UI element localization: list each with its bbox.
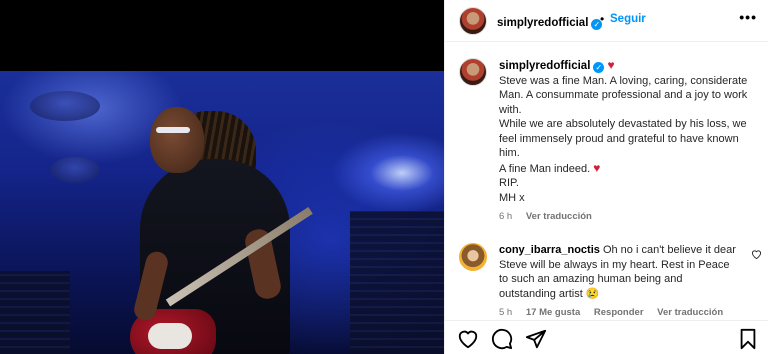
post-caption: simplyredofficial ✓ ♥ Steve was a fine Ma…: [499, 58, 761, 205]
stage-amplifier: [350, 211, 444, 354]
commenter-username[interactable]: cony_ibarra_noctis: [499, 244, 600, 256]
bass-guitar-pickguard: [148, 323, 192, 349]
caption-avatar[interactable]: [459, 58, 487, 86]
comment-meta: 5 h 17 Me gusta Responder Ver traducción: [499, 307, 734, 318]
caption-line-rip: RIP.: [499, 177, 519, 189]
caption-text: Steve was a fine Man. A loving, caring, …: [499, 74, 748, 160]
post-photo[interactable]: [0, 71, 444, 354]
post-media[interactable]: [0, 0, 444, 354]
like-heart-icon[interactable]: [457, 328, 479, 350]
red-heart-icon: ♥: [607, 58, 615, 72]
stage-drum: [50, 157, 100, 183]
post-action-bar: [445, 320, 768, 354]
stage-drum: [30, 91, 100, 121]
comment-bubble-icon[interactable]: [491, 328, 513, 350]
more-options-icon[interactable]: •••: [739, 9, 757, 25]
post-details-panel: simplyredofficial ✓ • Seguir ••• simplyre…: [444, 0, 768, 354]
username-text[interactable]: simplyredofficial: [497, 17, 588, 29]
post-header: simplyredofficial ✓ • Seguir •••: [445, 0, 768, 42]
comment-likes-count[interactable]: 17 Me gusta: [526, 307, 580, 318]
comment-reply-button[interactable]: Responder: [594, 307, 644, 318]
bookmark-icon[interactable]: [737, 328, 759, 350]
separator-dot: •: [600, 12, 605, 26]
musician-head: [150, 107, 204, 173]
caption-meta: 6 h Ver traducción: [499, 211, 603, 222]
commenter-avatar[interactable]: [459, 243, 487, 271]
stage-amplifier: [0, 271, 70, 354]
caption-translate-link[interactable]: Ver traducción: [526, 211, 592, 222]
follow-button[interactable]: Seguir: [610, 13, 646, 25]
comment-item: cony_ibarra_noctis Oh no i can't believe…: [499, 243, 739, 301]
comment-time[interactable]: 5 h: [499, 307, 512, 318]
caption-line-fine: A fine Man indeed.: [499, 162, 591, 175]
red-heart-icon: ♥: [593, 160, 601, 175]
sad-emoji-icon: 😢: [585, 287, 600, 300]
author-username[interactable]: simplyredofficial ✓: [497, 13, 603, 31]
paper-plane-icon[interactable]: [525, 328, 547, 350]
musician-glasses: [156, 127, 190, 133]
verified-badge-icon: ✓: [593, 62, 605, 73]
caption-username[interactable]: simplyredofficial: [499, 60, 590, 72]
caption-time[interactable]: 6 h: [499, 211, 512, 222]
caption-signature: MH x: [499, 191, 525, 204]
comment-like-heart-icon[interactable]: [751, 249, 762, 262]
avatar[interactable]: [459, 7, 487, 35]
comment-translate-link[interactable]: Ver traducción: [657, 307, 723, 318]
